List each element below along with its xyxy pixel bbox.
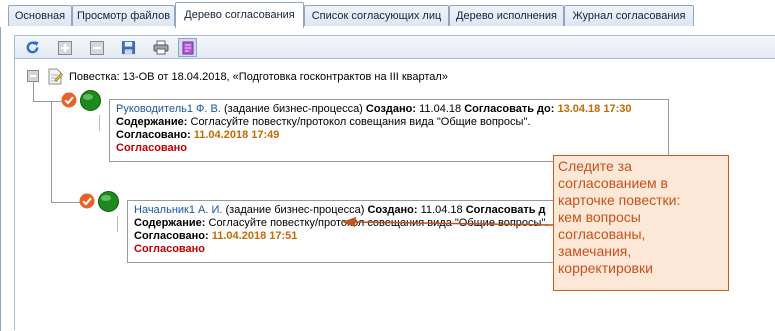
- print-button[interactable]: [151, 38, 170, 57]
- callout-arrow: [342, 217, 554, 227]
- agenda-title[interactable]: Повестка: 13-ОВ от 18.04.2018, «Подготов…: [69, 71, 448, 83]
- content-label: Содержание:: [134, 217, 206, 229]
- refresh-icon: [26, 40, 39, 54]
- tree-connector: [117, 216, 118, 232]
- approval-card[interactable]: Руководитель1 Ф. В. (задание бизнес-проц…: [109, 99, 669, 162]
- content-value: Согласуйте повестку/протокол совещания в…: [190, 116, 531, 128]
- task-type: (задание бизнес-процесса): [223, 103, 363, 115]
- document-icon: [47, 68, 63, 88]
- tab-approvers-list[interactable]: Список согласующих лиц: [304, 5, 449, 26]
- callout-line: Следите за: [558, 158, 632, 174]
- status-text: Согласовано: [116, 142, 188, 154]
- toolbar: [14, 35, 775, 59]
- approved-check-icon: [79, 193, 95, 212]
- status-circle-icon: [98, 191, 119, 215]
- tab-main[interactable]: Основная: [8, 5, 72, 26]
- callout-line: согласованием в: [558, 175, 668, 191]
- approved-check-icon: [61, 92, 77, 111]
- tab-file-view[interactable]: Просмотр файлов: [72, 5, 175, 26]
- print-icon: [153, 40, 168, 55]
- tree-collapse-toggle[interactable]: [27, 70, 39, 85]
- refresh-button[interactable]: [23, 38, 42, 57]
- approver-name[interactable]: Начальник1 А. И.: [134, 204, 222, 216]
- created-label: Создано:: [365, 103, 417, 115]
- card-approved-line: Согласовано: 11.04.2018 17:49: [116, 129, 662, 142]
- tree-connector: [51, 101, 52, 202]
- save-button[interactable]: [119, 38, 138, 57]
- callout-line: кем вопросы: [558, 209, 641, 225]
- callout-line: согласованы,: [558, 226, 646, 242]
- tab-execution-tree[interactable]: Дерево исполнения: [449, 5, 564, 26]
- approved-label: Согласовано:: [134, 230, 209, 242]
- tree-connector: [99, 115, 100, 131]
- approver-name[interactable]: Руководитель1 Ф. В.: [116, 103, 221, 115]
- tab-bar: Основная Просмотр файлов Дерево согласов…: [0, 0, 775, 28]
- callout-line: замечания,: [558, 243, 632, 259]
- approved-value: 11.04.2018 17:49: [193, 129, 280, 141]
- collapse-all-icon: [89, 40, 104, 55]
- expand-all-icon: [57, 40, 72, 55]
- purple-document-icon: [182, 41, 193, 54]
- approved-value: 11.04.2018 17:51: [211, 230, 298, 242]
- created-value: 11.04.18: [419, 103, 462, 115]
- collapse-icon: [27, 70, 39, 82]
- annotation-callout: Следите за согласованием в карточке пове…: [553, 155, 729, 291]
- tab-approval-tree[interactable]: Дерево согласования: [175, 2, 304, 28]
- status-circle-icon: [80, 90, 101, 114]
- card-content-line: Содержание: Согласуйте повестку/протокол…: [116, 116, 662, 129]
- due-value: 13.04.18 17:30: [557, 103, 632, 115]
- callout-line: корректировки: [558, 260, 653, 276]
- approved-label: Согласовано:: [116, 129, 191, 141]
- due-label: Согласовать до:: [464, 103, 555, 115]
- document-view-button[interactable]: [178, 38, 197, 57]
- callout-line: карточке повестки:: [558, 192, 681, 208]
- expand-all-button[interactable]: [55, 38, 74, 57]
- card-header-line: Руководитель1 Ф. В. (задание бизнес-проц…: [116, 103, 662, 116]
- collapse-all-button[interactable]: [87, 38, 106, 57]
- save-icon: [121, 40, 136, 55]
- content-label: Содержание:: [116, 116, 188, 128]
- tab-approval-log[interactable]: Журнал согласования: [564, 5, 694, 26]
